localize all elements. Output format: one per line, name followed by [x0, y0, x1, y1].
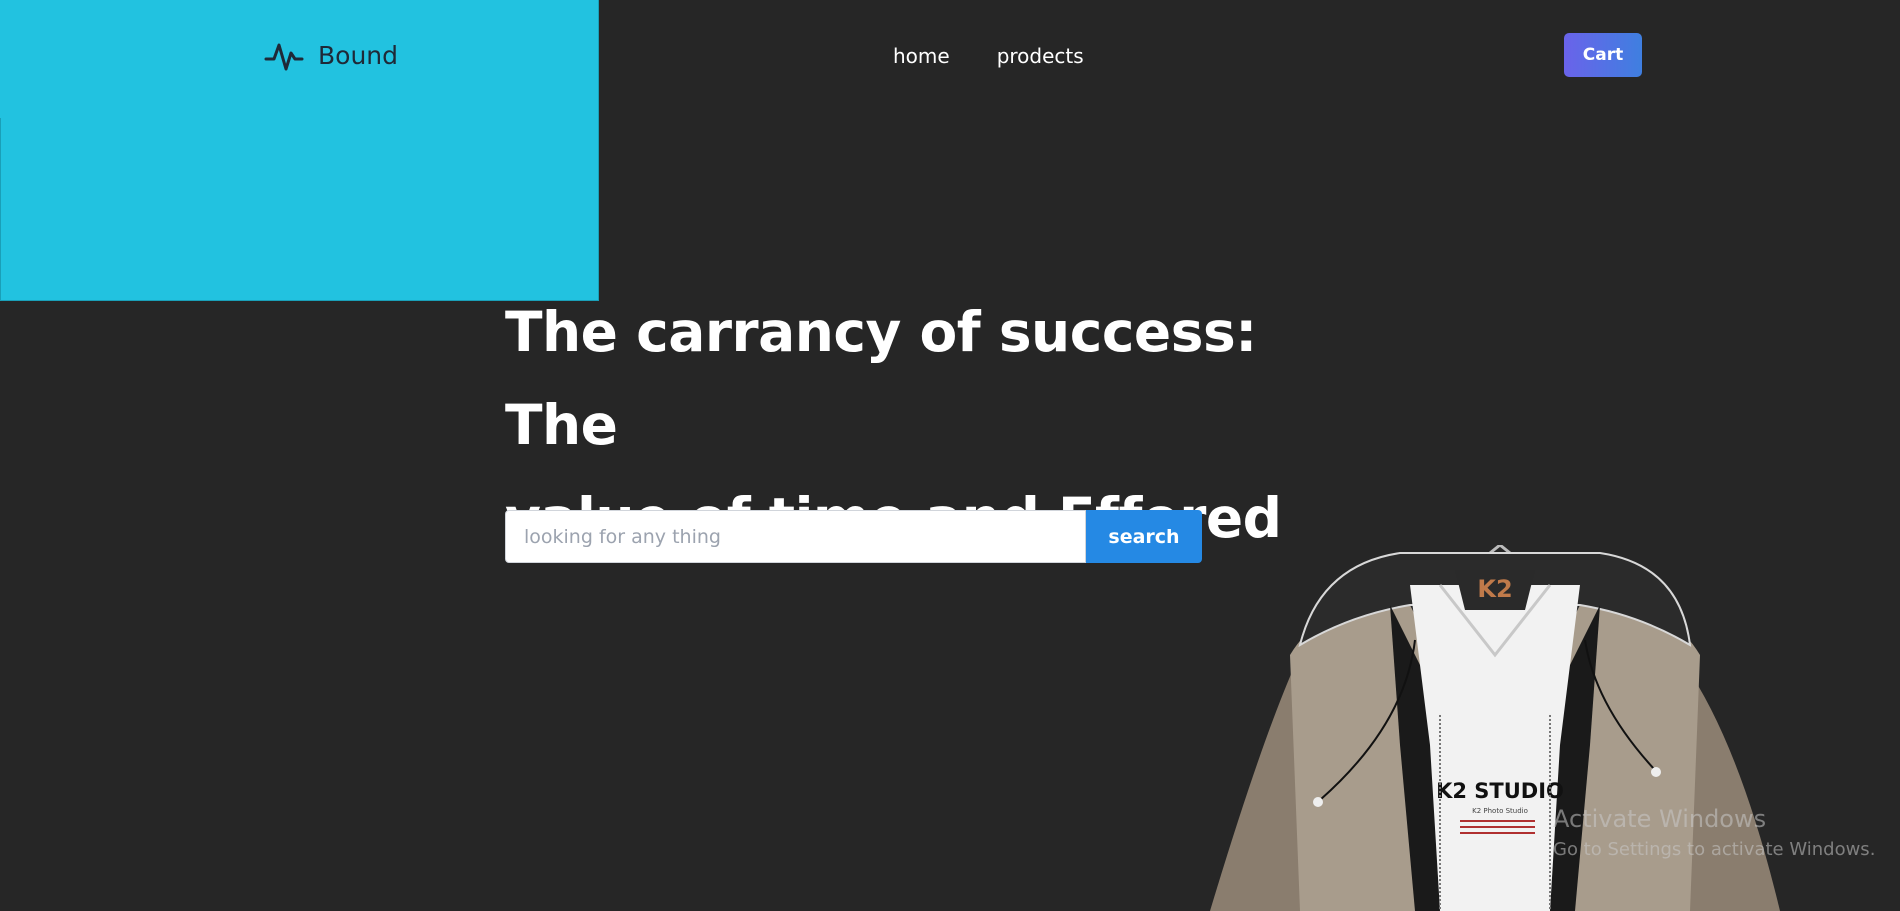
activate-windows-watermark: Activate Windows Go to Settings to activ…: [1553, 805, 1875, 860]
nav-item-prodects[interactable]: prodects: [997, 44, 1084, 68]
watermark-subtitle: Go to Settings to activate Windows.: [1553, 839, 1876, 860]
search-button[interactable]: search: [1086, 510, 1202, 563]
jacket-chest-print: K2 STUDIO: [1436, 779, 1564, 803]
nav-item-home[interactable]: home: [893, 44, 950, 68]
search-input[interactable]: [505, 510, 1086, 563]
brand-name: Bound: [318, 40, 399, 70]
cart-button[interactable]: Cart: [1564, 33, 1642, 77]
pulse-icon: [264, 43, 304, 71]
brand-logo[interactable]: Bound: [264, 35, 398, 75]
jacket-tag-text: K2: [1477, 575, 1512, 603]
watermark-title: Activate Windows: [1553, 805, 1767, 833]
cyan-block-edge: [0, 118, 1, 301]
hero-title-line-1: The carrancy of success: The: [505, 300, 1257, 457]
search-bar: search: [505, 510, 1202, 563]
main-nav: home prodects: [893, 44, 1084, 68]
jacket-chest-small-print: K2 Photo Studio: [1472, 807, 1528, 815]
